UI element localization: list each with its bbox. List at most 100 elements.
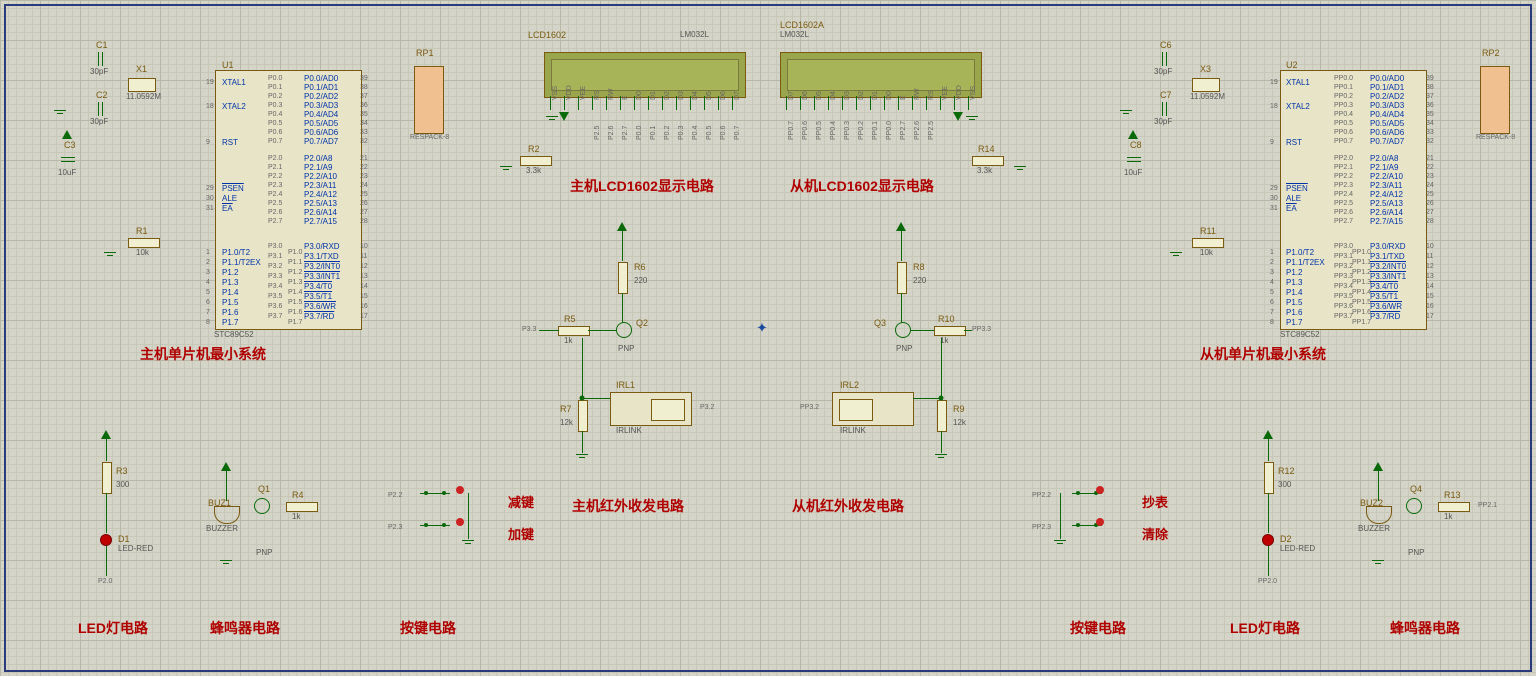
res-r9 <box>937 400 947 432</box>
c1-val: 30pF <box>90 67 108 76</box>
res-r1 <box>128 238 160 248</box>
r7-val: 12k <box>560 418 573 427</box>
gnd-irl2 <box>935 454 947 458</box>
gnd-btn-left <box>462 540 474 544</box>
r12-val: 300 <box>1278 480 1291 489</box>
gnd-r11 <box>1170 252 1182 256</box>
res-r12 <box>1264 462 1274 494</box>
respack-rp2 <box>1480 66 1510 134</box>
c7-ref: C7 <box>1160 90 1172 100</box>
c6-ref: C6 <box>1160 40 1172 50</box>
net-pp20: PP2.0 <box>1258 578 1277 585</box>
button-clear-indicator <box>1096 518 1104 526</box>
button-dec-indicator <box>456 486 464 494</box>
transistor-q2 <box>616 322 632 338</box>
res-r13 <box>1438 502 1470 512</box>
r14-val: 3.3k <box>977 166 992 175</box>
res-r4 <box>286 502 318 512</box>
u2-ref: U2 <box>1286 60 1298 70</box>
r3-val: 300 <box>116 480 129 489</box>
lcd-left-ref: LCD1602 <box>528 30 566 40</box>
q3-ref: Q3 <box>874 318 886 328</box>
r13-ref: R13 <box>1444 490 1461 500</box>
caption-ir-right: 从机红外收发电路 <box>792 496 904 516</box>
caption-led-left: LED灯电路 <box>78 618 148 638</box>
r13-val: 1k <box>1444 512 1452 521</box>
caption-btn-right: 按键电路 <box>1070 618 1126 638</box>
r5-ref: R5 <box>564 314 576 324</box>
res-r6 <box>618 262 628 294</box>
lcd-left-part: LM032L <box>680 30 709 39</box>
q2-ref: Q2 <box>636 318 648 328</box>
irl2-val: IRLINK <box>840 426 866 435</box>
q2-val: PNP <box>618 344 634 353</box>
transistor-q3 <box>895 322 911 338</box>
c7-val: 30pF <box>1154 117 1172 126</box>
u1-part: STC89C52 <box>214 330 254 339</box>
net-p32: P3.2 <box>700 404 714 411</box>
button-inc[interactable] <box>420 518 450 532</box>
r5-val: 1k <box>564 336 572 345</box>
q1-val: PNP <box>256 548 272 557</box>
u1-ref: U1 <box>222 60 234 70</box>
caption-ir-left: 主机红外收发电路 <box>572 496 684 516</box>
net-pp32: PP3.2 <box>800 404 819 411</box>
gnd-buz1 <box>220 560 232 564</box>
x1-ref: X1 <box>136 64 147 74</box>
vcc-c3 <box>62 130 72 139</box>
caption-key-read: 抄表 <box>1142 492 1168 511</box>
res-r2 <box>520 156 552 166</box>
gnd-buz2 <box>1372 560 1384 564</box>
caption-lcd-right: 从机LCD1602显示电路 <box>790 176 934 196</box>
caption-mcu-left: 主机单片机最小系统 <box>140 344 266 364</box>
led-d1 <box>100 534 112 546</box>
r3-ref: R3 <box>116 466 128 476</box>
r11-ref: R11 <box>1200 226 1216 236</box>
q4-val: PNP <box>1408 548 1424 557</box>
q3-val: PNP <box>896 344 912 353</box>
caption-buzz-right: 蜂鸣器电路 <box>1390 618 1460 638</box>
res-r7 <box>578 400 588 432</box>
gnd-irl1 <box>576 454 588 458</box>
net-p33: P3.3 <box>522 326 536 333</box>
res-r5 <box>558 326 590 336</box>
caption-lcd-left: 主机LCD1602显示电路 <box>570 176 714 196</box>
rp1-part: RESPACK-8 <box>410 134 449 141</box>
vcc-buz2 <box>1373 462 1383 471</box>
cap-c8 <box>1127 149 1141 169</box>
lcd-right <box>780 52 982 98</box>
d1-val: LED-RED <box>118 544 153 553</box>
r6-ref: R6 <box>634 262 646 272</box>
r1-val: 10k <box>136 248 149 257</box>
origin-marker: ✦ <box>756 320 768 337</box>
cap-c2 <box>90 102 110 116</box>
lcd-right-vdd <box>953 112 963 121</box>
vcc-buz1 <box>221 462 231 471</box>
rp2-part: RESPACK-8 <box>1476 134 1515 141</box>
vcc-q3 <box>896 222 906 231</box>
lcd-left-gnd <box>546 116 558 120</box>
irl2-ref: IRL2 <box>840 380 859 390</box>
vcc-q2 <box>617 222 627 231</box>
lcd-right-gnd <box>966 116 978 120</box>
caption-key-clear: 清除 <box>1142 524 1168 543</box>
r9-val: 12k <box>953 418 966 427</box>
crystal-x1 <box>128 78 156 92</box>
respack-rp1 <box>414 66 444 134</box>
x3-ref: X3 <box>1200 64 1211 74</box>
r8-ref: R8 <box>913 262 925 272</box>
cap-c1 <box>90 52 110 66</box>
vcc-r12 <box>1263 430 1273 439</box>
res-r3 <box>102 462 112 494</box>
buz2-val: BUZZER <box>1358 524 1390 533</box>
r10-ref: R10 <box>938 314 955 324</box>
net-btn-p22: P2.2 <box>388 492 402 499</box>
net-p20: P2.0 <box>98 578 112 585</box>
gnd-btn-right <box>1054 540 1066 544</box>
caption-key-inc: 加键 <box>508 524 534 543</box>
res-r8 <box>897 262 907 294</box>
button-dec[interactable] <box>420 486 450 500</box>
r1-ref: R1 <box>136 226 148 236</box>
d1-ref: D1 <box>118 534 130 544</box>
r9-ref: R9 <box>953 404 965 414</box>
